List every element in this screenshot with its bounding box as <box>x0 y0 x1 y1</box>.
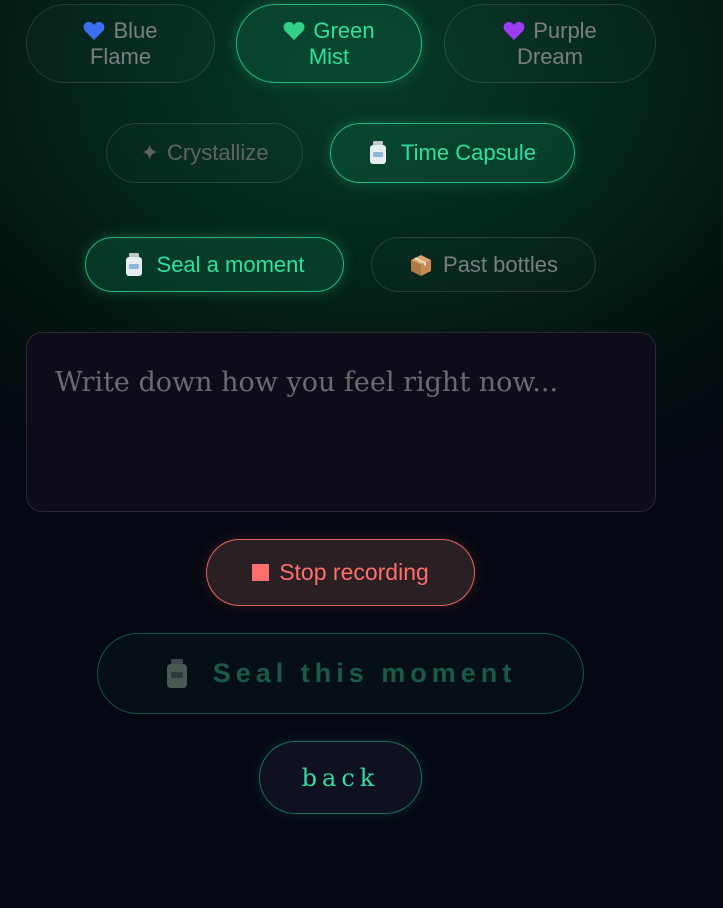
jar-icon <box>370 141 387 164</box>
stop-recording-button[interactable]: Stop recording <box>206 539 475 606</box>
green-heart-icon <box>284 21 305 40</box>
back-label: back <box>301 763 380 792</box>
mode-time-capsule-button[interactable]: Time Capsule <box>330 123 575 183</box>
theme-green-mist-button[interactable]: Green Mist <box>236 4 422 83</box>
theme-label-line2: Dream <box>516 43 583 69</box>
purple-heart-icon <box>503 21 525 40</box>
stop-recording-label: Stop recording <box>279 559 429 585</box>
jar-icon <box>125 252 142 276</box>
theme-label-line2: Mist <box>308 43 350 69</box>
stop-square-icon <box>252 564 270 581</box>
tab-label: Past bottles <box>443 251 558 277</box>
package-icon <box>411 254 432 276</box>
theme-label-line2: Flame <box>89 43 152 69</box>
tab-label: Seal a moment <box>156 251 305 277</box>
theme-blue-flame-button[interactable]: Blue Flame <box>26 4 215 83</box>
seal-this-moment-button[interactable]: Seal this moment <box>97 633 584 714</box>
mode-crystallize-button[interactable]: ✦ Crystallize <box>106 123 303 183</box>
tab-past-bottles[interactable]: Past bottles <box>371 237 596 292</box>
mode-label: Crystallize <box>166 140 269 165</box>
blue-heart-icon <box>84 21 105 40</box>
theme-purple-dream-button[interactable]: Purple Dream <box>444 4 656 83</box>
mode-label: Time Capsule <box>401 140 536 165</box>
jar-icon <box>166 658 187 688</box>
back-button[interactable]: back <box>259 741 422 814</box>
feeling-textarea[interactable] <box>55 367 627 477</box>
theme-label-line1: Purple <box>533 17 597 43</box>
sparkle-icon: ✦ <box>140 140 159 165</box>
feeling-entry-container <box>26 332 656 512</box>
theme-label-line1: Blue <box>113 17 158 43</box>
tab-seal-a-moment[interactable]: Seal a moment <box>85 237 344 292</box>
theme-label-line1: Green <box>313 17 375 43</box>
seal-label: Seal this moment <box>212 658 517 688</box>
